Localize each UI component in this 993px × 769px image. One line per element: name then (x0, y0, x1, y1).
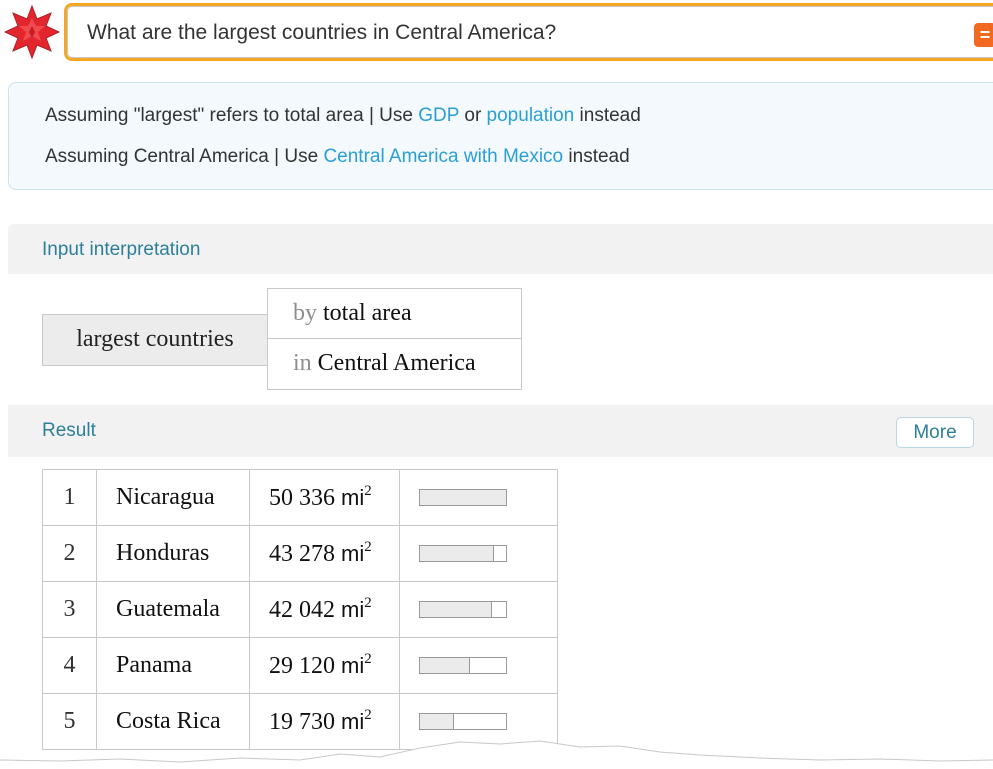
assumption-text: instead (563, 146, 630, 167)
bar-cell (399, 637, 558, 694)
more-button[interactable]: More (896, 417, 974, 448)
country-cell: Guatemala (96, 581, 250, 638)
input-interpretation-header: Input interpretation (8, 224, 993, 274)
area-value: 50 336 (269, 485, 335, 511)
assumption-text: instead (574, 105, 641, 126)
assumption-text: Assuming Central America | Use (45, 146, 324, 167)
table-row: 2 Honduras 43 278 mi2 (42, 525, 558, 582)
area-unit-exponent: 2 (364, 483, 372, 499)
area-unit: mi (341, 653, 365, 678)
area-unit: mi (341, 485, 365, 510)
area-cell: 42 042 mi2 (249, 581, 400, 638)
central-america-with-mexico-link[interactable]: Central America with Mexico (323, 146, 563, 167)
area-bar-fill (420, 490, 506, 505)
area-unit: mi (341, 709, 365, 734)
assumption-line-region: Assuming Central America | Use Central A… (45, 146, 630, 168)
area-cell: 43 278 mi2 (249, 525, 400, 582)
area-cell: 50 336 mi2 (249, 469, 400, 526)
area-value: 19 730 (269, 709, 335, 735)
rank-cell: 2 (42, 525, 97, 582)
area-bar (419, 545, 507, 562)
wolfram-star-icon[interactable] (3, 4, 61, 60)
area-value: 29 120 (269, 653, 335, 679)
table-row: 3 Guatemala 42 042 mi2 (42, 581, 558, 638)
assumption-text: or (459, 105, 487, 126)
area-unit: mi (341, 541, 365, 566)
area-unit-exponent: 2 (364, 707, 372, 723)
result-table: 1 Nicaragua 50 336 mi2 2 Honduras 43 278 mi2 3… (42, 469, 558, 750)
interpretation-qualifiers: by total area in Central America (267, 288, 522, 390)
area-value: 43 278 (269, 541, 335, 567)
area-bar-fill (420, 602, 492, 617)
interpretation-by-value: total area (323, 300, 412, 326)
area-bar (419, 713, 507, 730)
bar-cell (399, 581, 558, 638)
table-row: 4 Panama 29 120 mi2 (42, 637, 558, 694)
equals-icon[interactable]: = (974, 23, 993, 47)
result-title: Result (42, 420, 96, 441)
area-bar-fill (420, 714, 454, 729)
population-link[interactable]: population (487, 105, 575, 126)
country-cell: Honduras (96, 525, 250, 582)
result-header: Result (8, 405, 993, 457)
area-unit-exponent: 2 (364, 651, 372, 667)
search-box[interactable]: What are the largest countries in Centra… (64, 3, 993, 61)
area-bar-fill (420, 658, 470, 673)
search-input[interactable]: What are the largest countries in Centra… (87, 21, 556, 45)
area-value: 42 042 (269, 597, 335, 623)
country-cell: Nicaragua (96, 469, 250, 526)
rank-cell: 1 (42, 469, 97, 526)
bar-cell (399, 525, 558, 582)
interpretation-in-row: in Central America (268, 339, 521, 389)
area-bar (419, 489, 507, 506)
table-row: 1 Nicaragua 50 336 mi2 (42, 469, 558, 526)
bar-cell (399, 469, 558, 526)
keyword-in: in (293, 350, 312, 376)
area-bar (419, 657, 507, 674)
area-bar (419, 601, 507, 618)
country-cell: Panama (96, 637, 250, 694)
area-unit-exponent: 2 (364, 595, 372, 611)
assumptions-panel: Assuming "largest" refers to total area … (8, 82, 993, 190)
area-cell: 29 120 mi2 (249, 637, 400, 694)
area-unit-exponent: 2 (364, 539, 372, 555)
rank-cell: 3 (42, 581, 97, 638)
rank-cell: 4 (42, 637, 97, 694)
gdp-link[interactable]: GDP (418, 105, 459, 126)
torn-edge-decoration (0, 740, 993, 769)
area-unit: mi (341, 597, 365, 622)
input-interpretation-title: Input interpretation (42, 239, 201, 260)
keyword-by: by (293, 300, 317, 326)
assumption-line-largest: Assuming "largest" refers to total area … (45, 105, 641, 127)
area-bar-fill (420, 546, 494, 561)
assumption-text: Assuming "largest" refers to total area … (45, 105, 419, 126)
interpretation-subject: largest countries (42, 314, 268, 366)
interpretation-in-value: Central America (317, 350, 476, 376)
interpretation-by-row: by total area (268, 289, 521, 339)
